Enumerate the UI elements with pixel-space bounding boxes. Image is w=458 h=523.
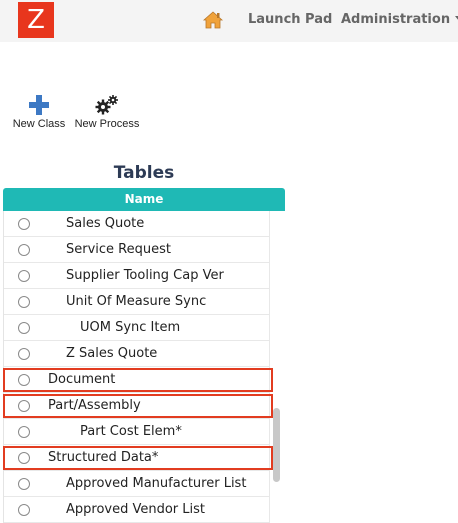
table-row[interactable]: Sales Quote bbox=[4, 211, 270, 237]
nav-launch-pad[interactable]: Launch Pad bbox=[248, 12, 332, 27]
top-bar: Z Launch Pad Administration bbox=[0, 0, 458, 42]
table-row[interactable]: Approved Manufacturer List bbox=[4, 471, 270, 497]
nav-administration[interactable]: Administration bbox=[341, 12, 458, 27]
row-radio-button[interactable] bbox=[18, 504, 30, 516]
highlight-box bbox=[3, 446, 273, 470]
row-label: Approved Vendor List bbox=[66, 502, 206, 517]
gears-icon bbox=[95, 95, 118, 115]
table-row[interactable]: Service Request bbox=[4, 237, 270, 263]
row-label: Part Cost Elem* bbox=[80, 424, 182, 439]
row-label: Supplier Tooling Cap Ver bbox=[66, 268, 224, 283]
table-row[interactable]: Unit Of Measure Sync bbox=[4, 289, 270, 315]
new-process-label: New Process bbox=[74, 118, 140, 130]
app-logo[interactable]: Z bbox=[18, 2, 54, 38]
row-radio-button[interactable] bbox=[18, 322, 30, 334]
tables-title: Tables bbox=[113, 163, 175, 183]
table-row[interactable]: Supplier Tooling Cap Ver bbox=[4, 263, 270, 289]
row-radio-button[interactable] bbox=[18, 244, 30, 256]
row-radio-button[interactable] bbox=[18, 296, 30, 308]
new-class-label: New Class bbox=[12, 118, 66, 130]
row-label: Unit Of Measure Sync bbox=[66, 294, 207, 309]
name-column-header[interactable]: Name bbox=[3, 188, 285, 211]
row-label: Service Request bbox=[66, 242, 171, 257]
nav-administration-label: Administration bbox=[341, 12, 451, 27]
table-row[interactable]: Z Sales Quote bbox=[4, 341, 270, 367]
row-radio-button[interactable] bbox=[18, 270, 30, 282]
new-class-button[interactable]: New Class bbox=[12, 94, 66, 130]
row-label: Approved Manufacturer List bbox=[66, 476, 247, 491]
home-icon[interactable] bbox=[202, 9, 224, 31]
row-radio-button[interactable] bbox=[18, 426, 30, 438]
highlight-box bbox=[3, 394, 273, 418]
table-row[interactable]: Part Cost Elem* bbox=[4, 419, 270, 445]
row-radio-button[interactable] bbox=[18, 218, 30, 230]
tables-grid: Sales Quote Service Request Supplier Tooli… bbox=[3, 211, 285, 523]
table-row[interactable]: UOM Sync Item bbox=[4, 315, 270, 341]
plus-icon bbox=[29, 95, 49, 115]
table-row[interactable]: Approved Vendor List bbox=[4, 497, 270, 523]
scrollbar-thumb[interactable] bbox=[273, 408, 280, 482]
row-radio-button[interactable] bbox=[18, 348, 30, 360]
new-process-button[interactable]: New Process bbox=[74, 94, 140, 130]
highlight-box bbox=[3, 368, 273, 392]
row-label: Z Sales Quote bbox=[66, 346, 158, 361]
row-label: UOM Sync Item bbox=[80, 320, 181, 335]
row-radio-button[interactable] bbox=[18, 478, 30, 490]
row-label: Sales Quote bbox=[66, 216, 145, 231]
